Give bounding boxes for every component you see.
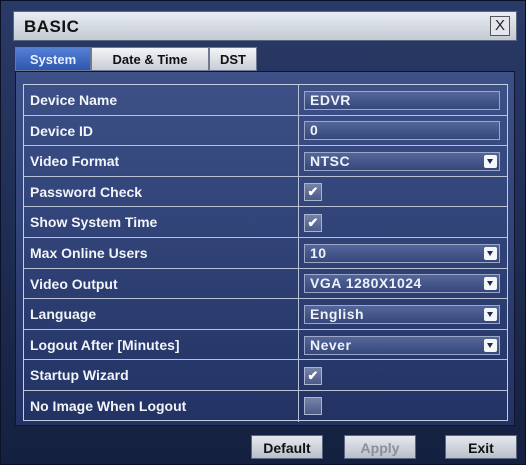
logout-after-minutes-select[interactable]: Never [304,335,500,355]
default-button[interactable]: Default [251,435,323,459]
setting-label: Video Format [24,146,299,177]
setting-label: No Image When Logout [24,391,299,422]
max-online-users-value: 10 [310,244,327,261]
video-format-value: NTSC [310,152,351,169]
device-id-value: 0 [310,122,319,139]
setting-row-show-system-time: Show System Time ✔ [24,207,507,238]
settings-panel: Device Name EDVR Device ID 0 Video Format NTS… [15,71,515,426]
setting-row-language: Language English [24,299,507,330]
settings-grid: Device Name EDVR Device ID 0 Video Format NTS… [23,84,508,422]
setting-row-password-check: Password Check ✔ [24,176,507,208]
device-name-value: EDVR [310,91,351,108]
setting-label: Device ID [24,115,299,147]
basic-settings-window: BASIC X System Date & Time DST Device Na… [0,0,526,465]
title-bar: BASIC X [13,11,517,41]
logout-after-minutes-value: Never [310,336,352,353]
video-output-select[interactable]: VGA 1280X1024 [304,274,500,294]
chevron-down-icon[interactable] [484,338,497,352]
no-image-when-logout-checkbox[interactable]: ✔ [304,397,322,416]
language-value: English [310,305,365,322]
setting-row-no-image-when-logout: No Image When Logout ✔ [24,391,507,422]
tab-date-time[interactable]: Date & Time [91,47,209,71]
setting-row-video-output: Video Output VGA 1280X1024 [24,268,507,300]
video-output-value: VGA 1280X1024 [310,275,422,292]
apply-button[interactable]: Apply [344,435,416,459]
setting-row-startup-wizard: Startup Wizard ✔ [24,360,507,391]
setting-row-logout-after-minutes: Logout After [Minutes] Never [24,329,507,361]
chevron-down-icon[interactable] [484,154,497,168]
setting-row-max-online-users: Max Online Users 10 [24,238,507,269]
setting-label: Show System Time [24,207,299,238]
setting-label: Logout After [Minutes] [24,329,299,361]
setting-row-device-id: Device ID 0 [24,115,507,147]
exit-button[interactable]: Exit [445,435,517,459]
setting-label: Device Name [24,85,299,116]
setting-label: Language [24,299,299,330]
show-system-time-checkbox[interactable]: ✔ [304,213,322,232]
device-id-input[interactable]: 0 [304,121,500,141]
setting-label: Video Output [24,268,299,300]
window-title: BASIC [24,17,80,36]
setting-label: Max Online Users [24,238,299,269]
setting-row-device-name: Device Name EDVR [24,85,507,116]
tab-system[interactable]: System [15,47,91,71]
close-icon[interactable]: X [490,16,510,36]
chevron-down-icon[interactable] [484,246,497,260]
password-check-checkbox[interactable]: ✔ [304,183,322,202]
device-name-input[interactable]: EDVR [304,90,500,110]
max-online-users-select[interactable]: 10 [304,243,500,263]
setting-row-video-format: Video Format NTSC [24,146,507,177]
chevron-down-icon[interactable] [484,307,497,321]
startup-wizard-checkbox[interactable]: ✔ [304,366,322,385]
video-format-select[interactable]: NTSC [304,151,500,171]
chevron-down-icon[interactable] [484,277,497,291]
setting-label: Password Check [24,176,299,208]
setting-label: Startup Wizard [24,360,299,391]
language-select[interactable]: English [304,304,500,324]
tab-dst[interactable]: DST [209,47,257,71]
